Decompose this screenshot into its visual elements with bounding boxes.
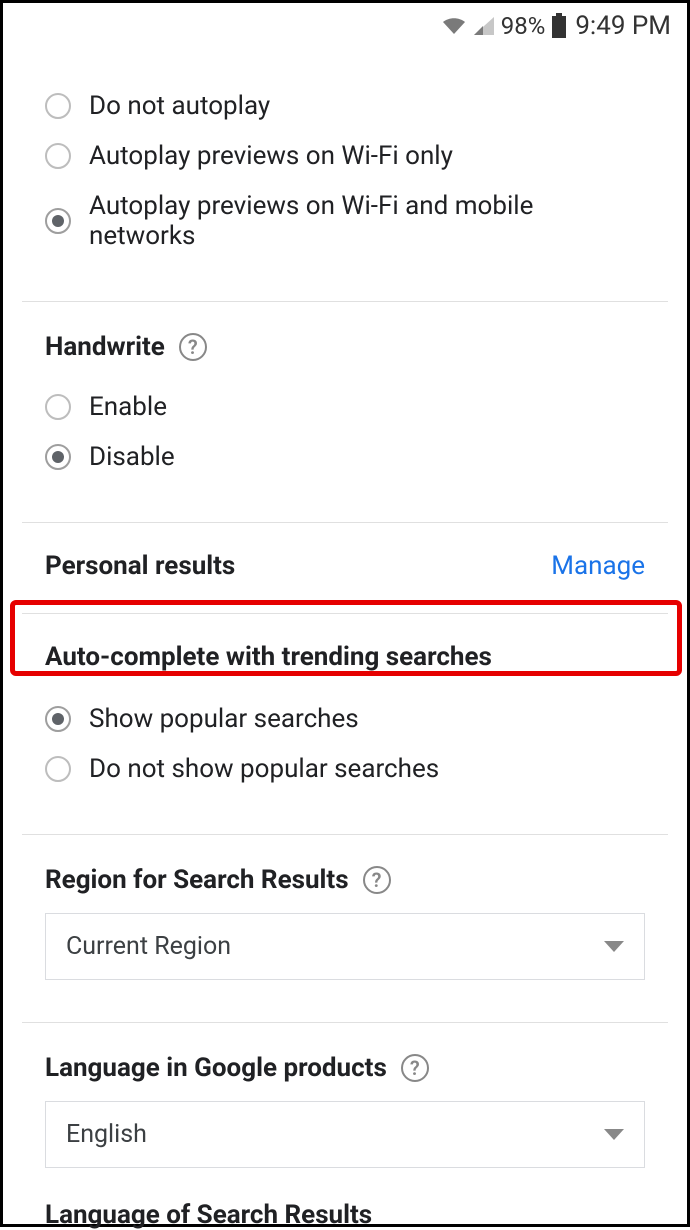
status-time: 9:49 PM — [575, 11, 671, 41]
radio-handwrite-disable[interactable]: Disable — [45, 432, 645, 482]
radio-autocomplete-hide[interactable]: Do not show popular searches — [45, 744, 645, 794]
battery-percentage: 98% — [501, 12, 546, 40]
language-products-selected-value: English — [66, 1120, 147, 1149]
radio-label: Disable — [89, 442, 175, 472]
radio-label: Do not autoplay — [89, 91, 270, 121]
radio-label: Do not show popular searches — [89, 754, 439, 784]
language-products-select[interactable]: English — [45, 1101, 645, 1168]
radio-label: Enable — [89, 392, 167, 422]
section-title-language-results: Language of Search Results — [45, 1196, 645, 1230]
radio-label: Autoplay previews on Wi-Fi and mobile ne… — [89, 191, 645, 251]
region-title-text: Region for Search Results — [45, 865, 349, 895]
autocomplete-radio-group: Show popular searches Do not show popula… — [45, 694, 645, 794]
radio-icon — [45, 143, 71, 169]
chevron-down-icon — [604, 1129, 624, 1140]
section-title-personal: Personal results — [45, 551, 235, 581]
help-icon[interactable]: ? — [179, 333, 207, 361]
handwrite-title-text: Handwrite — [45, 332, 165, 362]
status-bar: 98% 9:49 PM — [3, 3, 687, 45]
handwrite-section: Handwrite ? Enable Disable — [45, 302, 645, 522]
section-title-autocomplete: Auto-complete with trending searches — [45, 642, 645, 672]
region-select[interactable]: Current Region — [45, 913, 645, 980]
radio-label: Autoplay previews on Wi-Fi only — [89, 141, 453, 171]
radio-icon — [45, 706, 71, 732]
language-products-section: Language in Google products ? English — [45, 1023, 645, 1196]
battery-icon — [551, 13, 567, 39]
autocomplete-section: Auto-complete with trending searches Sho… — [45, 614, 645, 834]
section-title-handwrite: Handwrite ? — [45, 332, 645, 362]
radio-icon — [45, 394, 71, 420]
language-results-title-text: Language of Search Results — [45, 1200, 372, 1230]
personal-title-text: Personal results — [45, 551, 235, 581]
region-section: Region for Search Results ? Current Regi… — [45, 835, 645, 1022]
personal-results-section: Personal results Manage — [45, 523, 645, 613]
chevron-down-icon — [604, 941, 624, 952]
radio-icon — [45, 93, 71, 119]
radio-autoplay-wifi[interactable]: Autoplay previews on Wi-Fi only — [45, 131, 645, 181]
radio-autoplay-none[interactable]: Do not autoplay — [45, 81, 645, 131]
signal-icon — [473, 16, 495, 36]
region-selected-value: Current Region — [66, 932, 231, 961]
autocomplete-title-text: Auto-complete with trending searches — [45, 642, 492, 672]
manage-link[interactable]: Manage — [551, 551, 645, 581]
language-products-title-text: Language in Google products — [45, 1053, 387, 1083]
help-icon[interactable]: ? — [363, 866, 391, 894]
radio-icon — [45, 756, 71, 782]
section-title-language-products: Language in Google products ? — [45, 1053, 645, 1083]
handwrite-radio-group: Enable Disable — [45, 382, 645, 482]
radio-icon — [45, 444, 71, 470]
autoplay-radio-group: Do not autoplay Autoplay previews on Wi-… — [45, 81, 645, 261]
wifi-icon — [441, 16, 467, 36]
radio-autoplay-all[interactable]: Autoplay previews on Wi-Fi and mobile ne… — [45, 181, 645, 261]
help-icon[interactable]: ? — [401, 1054, 429, 1082]
autoplay-section: Do not autoplay Autoplay previews on Wi-… — [45, 45, 645, 301]
radio-handwrite-enable[interactable]: Enable — [45, 382, 645, 432]
section-title-region: Region for Search Results ? — [45, 865, 645, 895]
radio-autocomplete-show[interactable]: Show popular searches — [45, 694, 645, 744]
radio-label: Show popular searches — [89, 704, 359, 734]
radio-icon — [45, 208, 71, 234]
